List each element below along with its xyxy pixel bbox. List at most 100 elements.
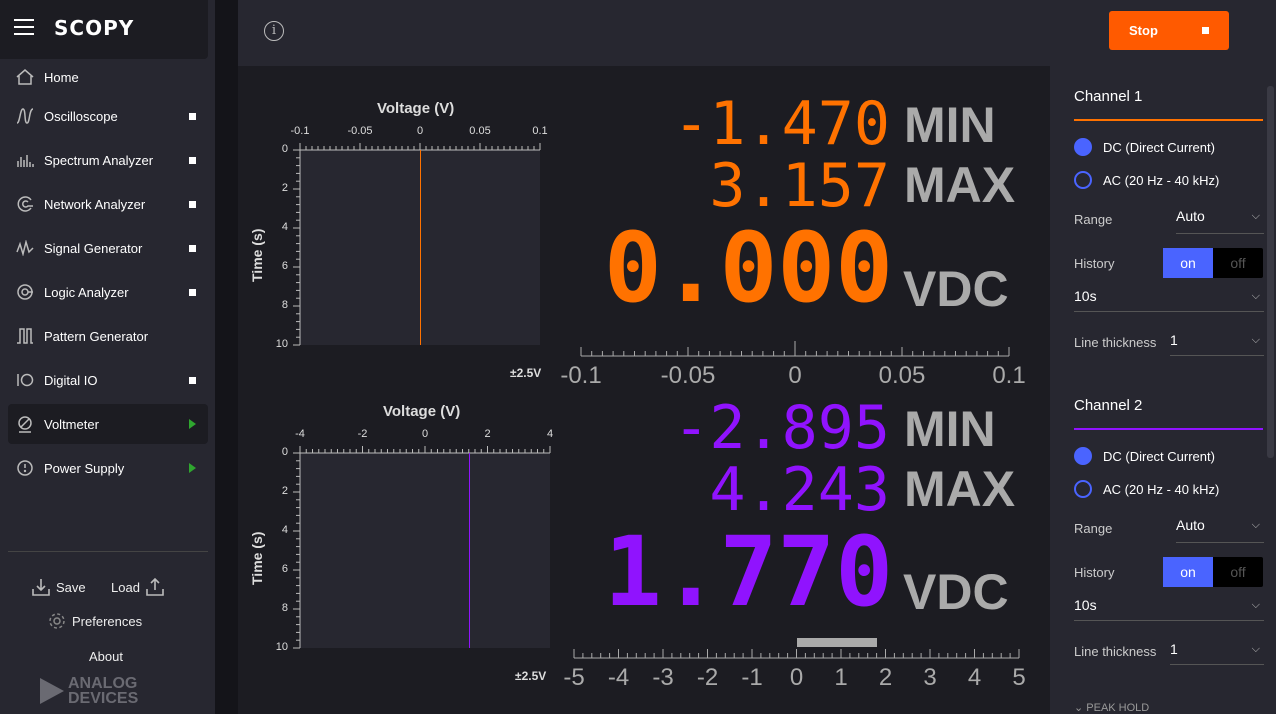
y-tick-label: 0: [281, 446, 288, 458]
channel-1-underline: [1074, 119, 1263, 121]
app-logo: SCOPY: [54, 16, 135, 40]
x-tick-label: 0.1: [532, 125, 548, 137]
about-button[interactable]: About: [89, 649, 123, 664]
dc-radio[interactable]: DC (Direct Current): [1074, 447, 1215, 465]
info-icon[interactable]: i: [264, 21, 284, 41]
history-label: History: [1074, 565, 1115, 580]
history-duration-value: 10s: [1074, 597, 1097, 613]
load-button[interactable]: Load: [111, 578, 164, 596]
ac-radio[interactable]: AC (20 Hz - 40 kHz): [1074, 480, 1219, 498]
play-indicator-icon: [189, 463, 196, 473]
power-icon: [12, 458, 38, 478]
digital-io-icon: [12, 370, 38, 390]
ac-radio[interactable]: AC (20 Hz - 40 kHz): [1074, 171, 1219, 189]
sidebar-item-label: Signal Generator: [44, 240, 143, 256]
stop-label: Stop: [1129, 23, 1158, 38]
scale-tick-label: -0.05: [660, 362, 716, 389]
sidebar-item-voltmeter[interactable]: Voltmeter: [8, 404, 208, 444]
dc-label: DC (Direct Current): [1103, 139, 1215, 155]
channel-2-unit: VDC: [903, 564, 1009, 620]
value-bar: [797, 638, 877, 647]
history-duration-dropdown[interactable]: 10s ⌵: [1074, 288, 1264, 312]
channel-1-max-label: MAX: [904, 157, 1016, 213]
play-indicator-icon: [189, 419, 196, 429]
history-toggle[interactable]: on off: [1163, 557, 1263, 587]
history-plot-title: Voltage (V): [383, 403, 461, 420]
scale-tick-label: 3: [923, 664, 937, 691]
sidebar-item-pattern-generator[interactable]: Pattern Generator: [8, 316, 208, 356]
scale-tick-label: 4: [967, 664, 982, 691]
scale-tick-label: -4: [607, 664, 630, 691]
radio-checked-icon[interactable]: [1074, 138, 1092, 156]
scale-tick-label: 0: [788, 362, 802, 389]
scale-tick-label: 0.05: [878, 362, 926, 389]
channel-1-value: 0.000: [604, 212, 893, 324]
y-tick-label: 4: [281, 221, 288, 233]
channel-1-min-label: MIN: [904, 97, 996, 153]
sidebar-item-home[interactable]: Home: [8, 57, 208, 97]
channel-2-value: 1.770: [604, 516, 893, 628]
stop-button[interactable]: Stop: [1109, 11, 1229, 50]
x-tick-label: -4: [295, 428, 305, 440]
history-duration-value: 10s: [1074, 288, 1097, 304]
peak-hold-label: PEAK HOLD: [1086, 702, 1150, 714]
save-button[interactable]: Save: [32, 578, 86, 596]
sidebar-item-label: Oscilloscope: [44, 108, 118, 124]
line-thickness-label: Line thickness: [1074, 335, 1157, 350]
status-indicator: [189, 288, 196, 296]
radio-unchecked-icon[interactable]: [1074, 171, 1092, 189]
chevron-down-icon: ⌵: [1251, 334, 1260, 346]
x-tick-label: -2: [357, 428, 368, 440]
line-thickness-dropdown[interactable]: 1 ⌵: [1170, 332, 1264, 356]
scale-tick-label: 2: [878, 664, 893, 691]
history-plot-title: Voltage (V): [377, 100, 455, 117]
history-label: History: [1074, 256, 1115, 271]
load-icon: [146, 578, 164, 596]
range-dropdown[interactable]: Auto ⌵: [1176, 208, 1264, 234]
sidebar-item-spectrum-analyzer[interactable]: Spectrum Analyzer: [8, 140, 208, 180]
voltmeter-icon: [12, 414, 38, 434]
y-tick-label: 10: [275, 641, 288, 653]
panel-scrollbar[interactable]: [1267, 86, 1274, 458]
sidebar-item-digital-io[interactable]: Digital IO: [8, 360, 208, 400]
scale-tick-label: -2: [696, 664, 719, 691]
toggle-off[interactable]: off: [1213, 248, 1263, 278]
range-label: ±2.5V: [515, 669, 547, 683]
range-label: ±2.5V: [510, 366, 542, 380]
dc-radio[interactable]: DC (Direct Current): [1074, 138, 1215, 156]
range-value: Auto: [1176, 208, 1205, 224]
range-dropdown[interactable]: Auto ⌵: [1176, 517, 1264, 543]
sidebar-item-power-supply[interactable]: Power Supply: [8, 448, 208, 488]
history-plot-area: [300, 453, 550, 648]
scale-tick-label: -5: [563, 664, 585, 691]
y-tick-label: 2: [281, 485, 288, 497]
status-indicator: [189, 112, 196, 120]
sidebar-item-network-analyzer[interactable]: Network Analyzer: [8, 184, 208, 224]
y-tick-label: 6: [281, 260, 288, 272]
history-toggle[interactable]: on off: [1163, 248, 1263, 278]
radio-unchecked-icon[interactable]: [1074, 480, 1092, 498]
stop-icon: [1202, 27, 1209, 34]
line-thickness-dropdown[interactable]: 1 ⌵: [1170, 641, 1264, 665]
scale-tick-label: 0.1: [992, 362, 1026, 389]
sidebar-item-oscilloscope[interactable]: Oscilloscope: [8, 96, 208, 136]
sidebar-item-label: Network Analyzer: [44, 196, 146, 212]
channel-1-max-value: 3.157: [709, 151, 890, 221]
divider: [8, 551, 208, 552]
channel-1-title: Channel 1: [1074, 88, 1143, 105]
line-thickness-label: Line thickness: [1074, 644, 1157, 659]
toggle-on[interactable]: on: [1163, 248, 1213, 278]
sidebar-item-signal-generator[interactable]: Signal Generator: [8, 228, 208, 268]
toggle-off[interactable]: off: [1213, 557, 1263, 587]
y-tick-label: 10: [275, 338, 288, 350]
peak-hold-section[interactable]: ⌄ PEAK HOLD: [1074, 701, 1149, 714]
menu-icon[interactable]: [14, 19, 34, 35]
save-icon: [32, 579, 50, 596]
chevron-down-icon: ⌵: [1251, 210, 1260, 222]
y-axis-title: Time (s): [249, 531, 265, 585]
sidebar-item-logic-analyzer[interactable]: Logic Analyzer: [8, 272, 208, 312]
preferences-button[interactable]: Preferences: [48, 612, 142, 630]
radio-checked-icon[interactable]: [1074, 447, 1092, 465]
history-duration-dropdown[interactable]: 10s ⌵: [1074, 597, 1264, 621]
toggle-on[interactable]: on: [1163, 557, 1213, 587]
